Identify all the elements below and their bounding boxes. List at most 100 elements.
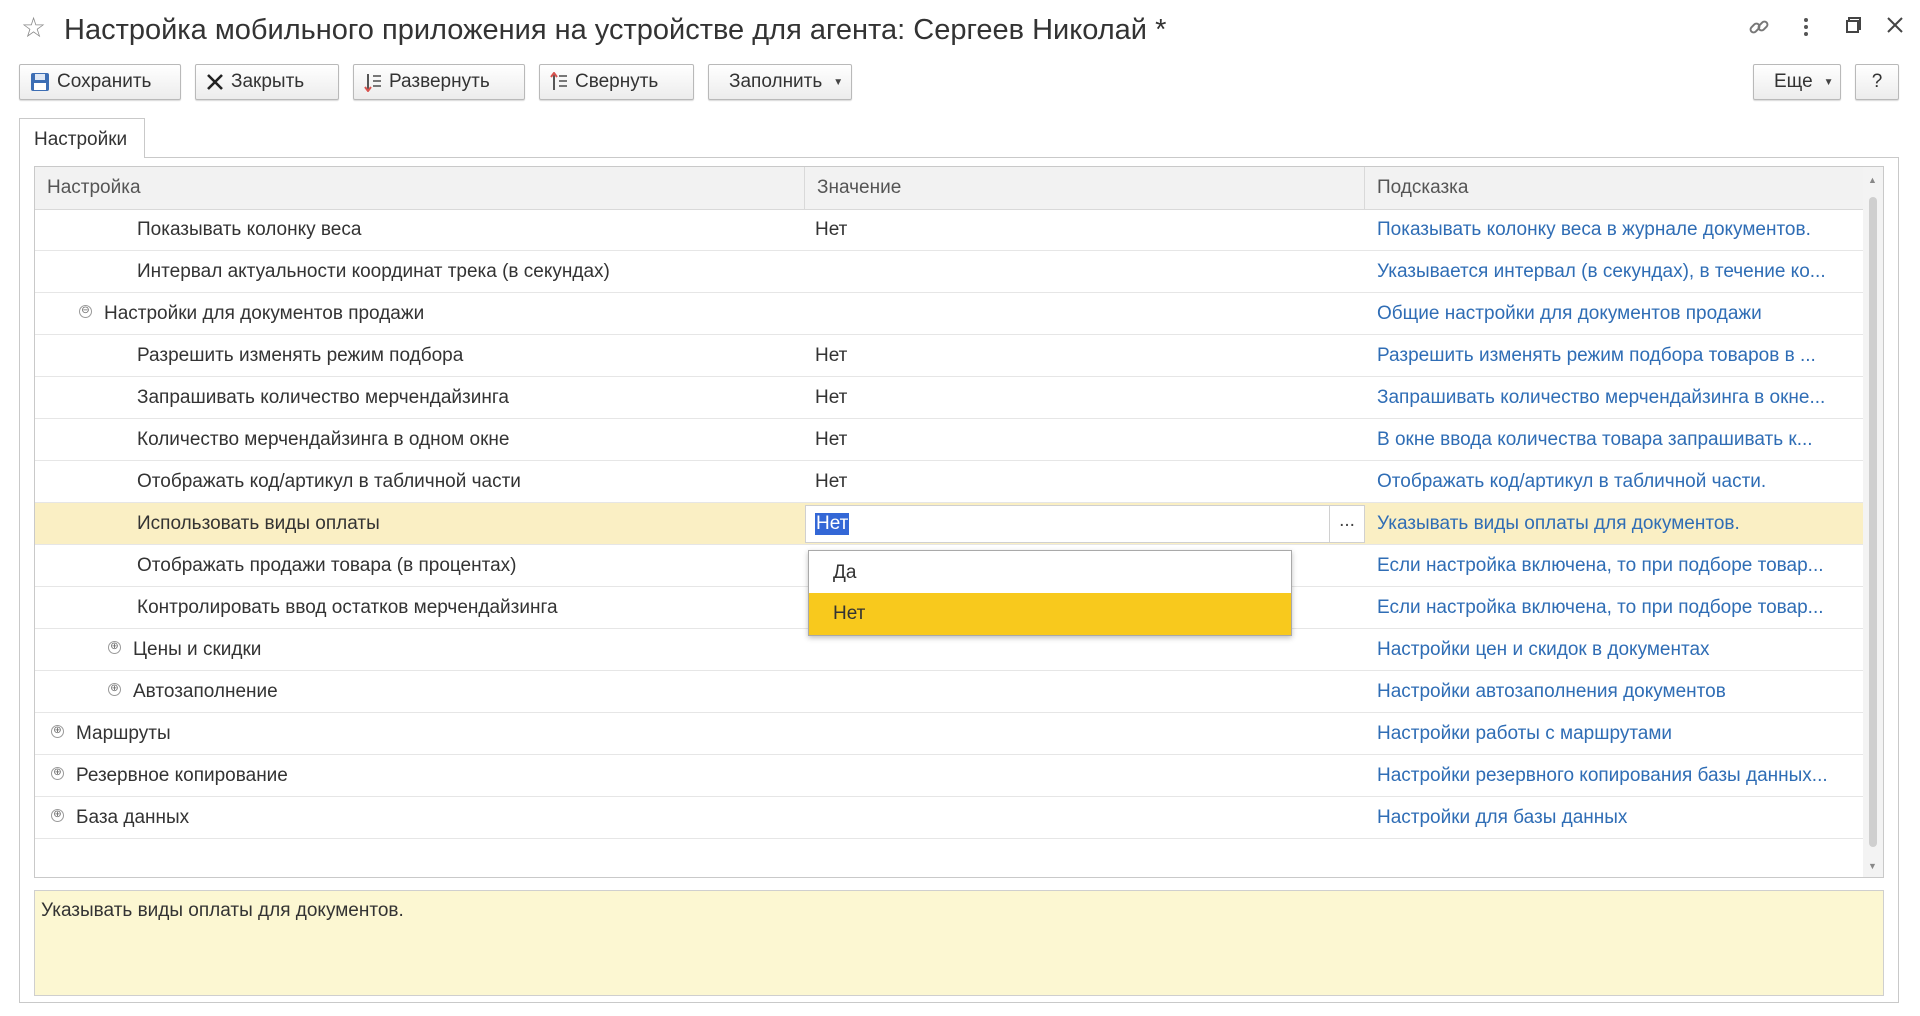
- column-header-setting[interactable]: Настройка: [35, 167, 805, 209]
- setting-hint-link[interactable]: Настройки автозаполнения документов: [1377, 671, 1857, 713]
- setting-hint-link[interactable]: Запрашивать количество мерчендайзинга в …: [1377, 377, 1857, 419]
- choice-button[interactable]: ...: [1329, 506, 1364, 542]
- setting-name: Автозаполнение: [133, 681, 278, 702]
- setting-name: Запрашивать количество мерчендайзинга: [137, 387, 509, 408]
- setting-name: Настройки для документов продажи: [104, 303, 425, 324]
- scroll-down-arrow-icon[interactable]: ▼: [1868, 861, 1877, 871]
- setting-hint-link[interactable]: Настройки работы с маршрутами: [1377, 713, 1857, 755]
- more-button[interactable]: Еще ▼: [1753, 64, 1841, 100]
- setting-value[interactable]: [815, 755, 1355, 797]
- expand-group-icon[interactable]: ⊕: [51, 725, 64, 739]
- setting-name: Разрешить изменять режим подбора: [137, 345, 464, 366]
- table-row[interactable]: Количество мерчендайзинга в одном окне Н…: [35, 419, 1863, 461]
- expand-label: Развернуть: [389, 71, 490, 92]
- setting-value[interactable]: [815, 671, 1355, 713]
- vertical-scrollbar[interactable]: ▲ ▼: [1863, 167, 1883, 877]
- setting-value[interactable]: [815, 251, 1355, 293]
- setting-value[interactable]: Нет: [815, 335, 1355, 377]
- expand-group-icon[interactable]: ⊕: [51, 767, 64, 781]
- column-header-value[interactable]: Значение: [805, 167, 1365, 209]
- save-button[interactable]: Сохранить: [19, 64, 181, 100]
- setting-hint-link[interactable]: Настройки цен и скидок в документах: [1377, 629, 1857, 671]
- setting-hint-link[interactable]: Указывать виды оплаты для документов.: [1377, 503, 1857, 545]
- setting-hint-link[interactable]: Указывается интервал (в секундах), в теч…: [1377, 251, 1857, 293]
- setting-name: Контролировать ввод остатков мерчендайзи…: [137, 597, 558, 618]
- setting-value[interactable]: Нет: [815, 377, 1355, 419]
- expand-group-icon[interactable]: ⊕: [108, 683, 121, 697]
- hint-panel-text: Указывать виды оплаты для документов.: [41, 900, 404, 921]
- maximize-icon[interactable]: [1845, 16, 1863, 39]
- scrollbar-thumb[interactable]: [1869, 197, 1877, 847]
- table-row-selected[interactable]: Использовать виды оплаты Нет ... Указыва…: [35, 503, 1863, 545]
- dropdown-option-no[interactable]: Нет: [809, 593, 1291, 635]
- setting-hint-link[interactable]: Если настройка включена, то при подборе …: [1377, 545, 1857, 587]
- table-row[interactable]: Разрешить изменять режим подбора Нет Раз…: [35, 335, 1863, 377]
- more-vertical-icon[interactable]: [1801, 16, 1811, 43]
- setting-name: Количество мерчендайзинга в одном окне: [137, 429, 510, 450]
- save-label: Сохранить: [57, 71, 152, 92]
- table-row-group[interactable]: ⊕ База данных Настройки для базы данных: [35, 797, 1863, 839]
- table-row-group[interactable]: ⊕ Автозаполнение Настройки автозаполнения…: [35, 671, 1863, 713]
- column-header-hint[interactable]: Подсказка: [1365, 167, 1863, 209]
- help-label: ?: [1871, 71, 1883, 92]
- save-icon: [30, 72, 50, 92]
- setting-value[interactable]: [815, 713, 1355, 755]
- setting-name: Резервное копирование: [76, 765, 288, 786]
- scroll-up-arrow-icon[interactable]: ▲: [1868, 175, 1877, 185]
- setting-value[interactable]: Нет: [815, 419, 1355, 461]
- dropdown-arrow-icon: ▼: [833, 76, 844, 88]
- collapse-group-icon[interactable]: ⊖: [79, 305, 92, 319]
- setting-hint-link[interactable]: В окне ввода количества товара запрашива…: [1377, 419, 1857, 461]
- setting-hint-link[interactable]: Отображать код/артикул в табличной части…: [1377, 461, 1857, 503]
- setting-hint-link[interactable]: Если настройка включена, то при подборе …: [1377, 587, 1857, 629]
- close-icon[interactable]: [1886, 16, 1904, 39]
- tab-settings-label: Настройки: [34, 129, 128, 150]
- table-row-group[interactable]: ⊖ Настройки для документов продажи Общие …: [35, 293, 1863, 335]
- x-icon: [206, 73, 224, 91]
- collapse-button[interactable]: Свернуть: [539, 64, 694, 100]
- setting-name: Отображать продажи товара (в процентах): [137, 555, 517, 576]
- help-button[interactable]: ?: [1855, 64, 1899, 100]
- expand-group-icon[interactable]: ⊕: [108, 641, 121, 655]
- star-icon[interactable]: ☆: [21, 14, 46, 42]
- expand-icon: [364, 72, 382, 92]
- value-editor-field[interactable]: Нет ...: [805, 505, 1365, 543]
- dropdown-option-yes[interactable]: Да: [809, 552, 1291, 594]
- setting-name: Цены и скидки: [133, 639, 262, 660]
- window-title: Настройка мобильного приложения на устро…: [64, 14, 1167, 46]
- link-icon[interactable]: [1748, 16, 1770, 43]
- close-button[interactable]: Закрыть: [195, 64, 339, 100]
- setting-name: Маршруты: [76, 723, 171, 744]
- tab-settings[interactable]: Настройки: [19, 118, 145, 158]
- setting-name: Использовать виды оплаты: [137, 513, 380, 534]
- title-bar: ☆ Настройка мобильного приложения на уст…: [0, 0, 1920, 58]
- setting-value[interactable]: Нет: [815, 209, 1355, 251]
- expand-button[interactable]: Развернуть: [353, 64, 525, 100]
- table-row[interactable]: Запрашивать количество мерчендайзинга Не…: [35, 377, 1863, 419]
- setting-hint-link[interactable]: Разрешить изменять режим подбора товаров…: [1377, 335, 1857, 377]
- setting-value[interactable]: Нет: [815, 461, 1355, 503]
- table-row-group[interactable]: ⊕ Резервное копирование Настройки резервн…: [35, 755, 1863, 797]
- hint-panel: Указывать виды оплаты для документов.: [34, 890, 1884, 996]
- setting-hint-link[interactable]: Настройки резервного копирования базы да…: [1377, 755, 1857, 797]
- setting-value[interactable]: [815, 797, 1355, 839]
- close-label: Закрыть: [231, 71, 305, 92]
- table-row-group[interactable]: ⊕ Маршруты Настройки работы с маршрутами: [35, 713, 1863, 755]
- table-row[interactable]: Показывать колонку веса Нет Показывать к…: [35, 209, 1863, 251]
- value-dropdown-list: Да Нет: [808, 550, 1292, 636]
- settings-table: Настройка Значение Подсказка Показывать …: [34, 166, 1884, 878]
- dropdown-arrow-icon: ▼: [1823, 76, 1834, 88]
- table-row[interactable]: Отображать код/артикул в табличной части…: [35, 461, 1863, 503]
- setting-value[interactable]: [815, 293, 1355, 335]
- setting-name: Показывать колонку веса: [137, 219, 362, 240]
- collapse-label: Свернуть: [575, 71, 659, 92]
- table-header: Настройка Значение Подсказка: [35, 167, 1863, 210]
- fill-button[interactable]: Заполнить ▼: [708, 64, 852, 100]
- value-editor-text[interactable]: Нет: [815, 513, 850, 535]
- setting-hint-link[interactable]: Общие настройки для документов продажи: [1377, 293, 1857, 335]
- setting-hint-link[interactable]: Настройки для базы данных: [1377, 797, 1857, 839]
- table-row[interactable]: Интервал актуальности координат трека (в…: [35, 251, 1863, 293]
- setting-hint-link[interactable]: Показывать колонку веса в журнале докуме…: [1377, 209, 1857, 251]
- collapse-icon: [550, 72, 568, 92]
- expand-group-icon[interactable]: ⊕: [51, 809, 64, 823]
